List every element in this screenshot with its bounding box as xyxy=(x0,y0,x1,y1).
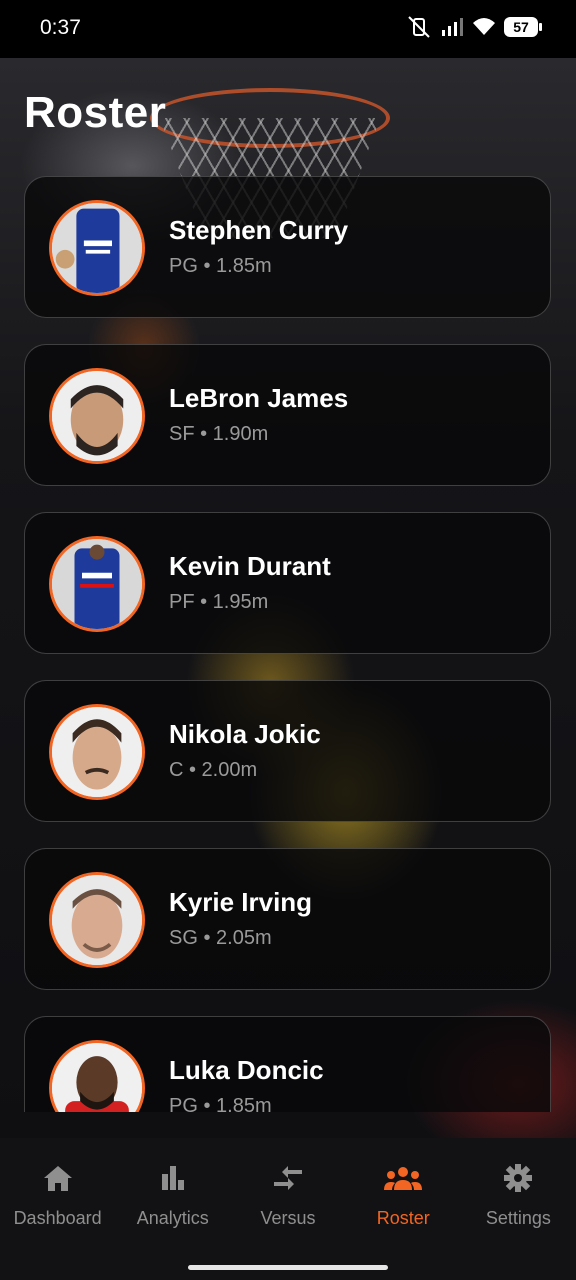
nav-dashboard[interactable]: Dashboard xyxy=(0,1138,115,1280)
nav-roster[interactable]: Roster xyxy=(346,1138,461,1280)
nav-label: Settings xyxy=(485,1208,551,1228)
player-name: Kevin Durant xyxy=(169,551,331,581)
nav-versus[interactable]: Versus xyxy=(230,1138,345,1280)
player-meta: SG • 2.05m xyxy=(169,927,272,949)
player-name: LeBron James xyxy=(169,383,349,413)
player-card[interactable]: Nikola Jokic C • 2.00m xyxy=(24,680,551,822)
group-icon xyxy=(384,1167,423,1190)
player-card[interactable]: Kevin Durant PF • 1.95m xyxy=(24,512,551,654)
player-card[interactable]: Stephen Curry PG • 1.85m xyxy=(24,176,551,318)
nav-label: Roster xyxy=(376,1208,430,1228)
vibrate-off-icon xyxy=(408,16,430,38)
player-name: Kyrie Irving xyxy=(169,887,313,917)
nav-label: Dashboard xyxy=(13,1208,102,1228)
home-icon xyxy=(43,1166,72,1191)
player-meta: C • 2.00m xyxy=(169,759,258,781)
roster-list[interactable]: Stephen Curry PG • 1.85m LeBron James SF… xyxy=(24,176,552,1112)
page-title: Roster xyxy=(24,88,167,137)
player-card[interactable]: Kyrie Irving SG • 2.05m xyxy=(24,848,551,990)
player-name: Nikola Jokic xyxy=(169,719,321,749)
battery-icon: 57 xyxy=(504,17,542,37)
bar-chart-icon xyxy=(161,1166,184,1190)
player-meta: PF • 1.95m xyxy=(169,591,269,613)
player-avatar xyxy=(49,1040,145,1112)
player-meta: PG • 1.85m xyxy=(169,255,272,277)
wifi-icon xyxy=(473,18,495,35)
status-time: 0:37 xyxy=(40,16,81,39)
nav-settings[interactable]: Settings xyxy=(461,1138,576,1280)
player-avatar xyxy=(49,704,145,800)
player-avatar xyxy=(49,536,145,632)
player-card[interactable]: LeBron James SF • 1.90m xyxy=(24,344,551,486)
player-name: Stephen Curry xyxy=(169,215,349,245)
nav-label: Versus xyxy=(260,1208,316,1228)
gear-icon xyxy=(504,1164,533,1192)
player-avatar xyxy=(49,200,145,296)
compare-arrows-icon xyxy=(274,1166,302,1190)
player-avatar xyxy=(49,368,145,464)
gesture-bar[interactable] xyxy=(188,1265,388,1270)
player-name: Luka Doncic xyxy=(169,1055,324,1085)
status-bar: 0:37 57 xyxy=(0,0,576,58)
nav-label: Analytics xyxy=(136,1208,209,1228)
player-avatar xyxy=(49,872,145,968)
signal-icon xyxy=(442,18,463,36)
player-card[interactable]: Luka Doncic PG • 1.85m xyxy=(24,1016,551,1112)
player-meta: SF • 1.90m xyxy=(169,423,269,445)
player-meta: PG • 1.85m xyxy=(169,1095,272,1112)
bottom-nav: Dashboard Analytics Versus Roster Settin… xyxy=(0,1138,576,1280)
nav-analytics[interactable]: Analytics xyxy=(115,1138,230,1280)
